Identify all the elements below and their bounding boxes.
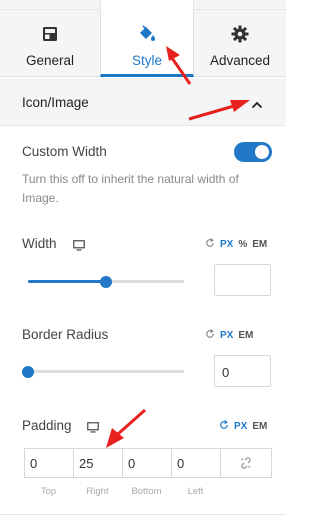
chevron-up-icon[interactable] bbox=[251, 96, 263, 114]
tab-style-label: Style bbox=[131, 53, 162, 68]
padding-side-labels: Top Right Bottom Left bbox=[24, 486, 224, 497]
section-header[interactable]: Icon/Image bbox=[0, 78, 286, 126]
unit-em[interactable]: EM bbox=[238, 330, 253, 341]
gear-icon bbox=[231, 24, 249, 44]
padding-unit-switcher: PX EM bbox=[219, 420, 267, 433]
reset-icon[interactable] bbox=[205, 238, 215, 251]
slider-thumb[interactable] bbox=[100, 276, 112, 288]
width-label: Width bbox=[22, 236, 57, 251]
border-radius-label: Border Radius bbox=[22, 327, 109, 342]
top-strip bbox=[0, 0, 286, 10]
border-radius-input[interactable]: 0 bbox=[214, 355, 271, 387]
unit-px[interactable]: PX bbox=[220, 239, 233, 250]
link-icon[interactable] bbox=[221, 449, 271, 477]
width-slider[interactable] bbox=[28, 275, 184, 289]
padding-top-label: Top bbox=[40, 486, 57, 497]
padding-left-input[interactable]: 0 bbox=[172, 449, 221, 477]
tab-general[interactable]: General bbox=[0, 10, 100, 77]
width-input[interactable] bbox=[214, 264, 271, 296]
width-unit-switcher: PX % EM bbox=[205, 238, 267, 251]
padding-right-label: Right bbox=[86, 486, 109, 497]
desktop-icon[interactable] bbox=[87, 420, 99, 438]
tab-general-label: General bbox=[25, 53, 75, 68]
custom-width-label: Custom Width bbox=[22, 144, 107, 159]
padding-left-label: Left bbox=[187, 486, 204, 497]
padding-bottom-input[interactable]: 0 bbox=[123, 449, 172, 477]
unit-px[interactable]: PX bbox=[234, 421, 247, 432]
border-radius-unit-switcher: PX EM bbox=[205, 329, 253, 342]
section-title: Icon/Image bbox=[22, 95, 89, 110]
tab-bar: General Style Advanced bbox=[0, 10, 286, 77]
padding-top-input[interactable]: 0 bbox=[25, 449, 74, 477]
unit-em[interactable]: EM bbox=[252, 239, 267, 250]
border-radius-slider[interactable] bbox=[22, 365, 184, 379]
padding-bottom-label: Bottom bbox=[131, 486, 162, 497]
toggle-knob bbox=[255, 145, 269, 159]
desktop-icon[interactable] bbox=[73, 238, 85, 256]
reset-icon[interactable] bbox=[205, 329, 215, 342]
custom-width-toggle[interactable] bbox=[234, 142, 272, 162]
reset-icon[interactable] bbox=[219, 420, 229, 433]
tab-advanced[interactable]: Advanced bbox=[194, 10, 286, 77]
padding-inputs: 0 25 0 0 bbox=[24, 448, 272, 478]
unit-em[interactable]: EM bbox=[252, 421, 267, 432]
unit-percent[interactable]: % bbox=[238, 239, 247, 250]
tab-style[interactable]: Style bbox=[100, 10, 194, 77]
padding-label: Padding bbox=[22, 418, 72, 433]
custom-width-hint: Turn this off to inherit the natural wid… bbox=[22, 172, 239, 205]
tab-advanced-label: Advanced bbox=[209, 53, 271, 68]
unit-px[interactable]: PX bbox=[220, 330, 233, 341]
layout-icon bbox=[42, 24, 58, 44]
padding-right-input[interactable]: 25 bbox=[74, 449, 123, 477]
divider bbox=[0, 514, 286, 515]
slider-thumb[interactable] bbox=[22, 366, 34, 378]
paint-bucket-icon bbox=[137, 24, 157, 44]
